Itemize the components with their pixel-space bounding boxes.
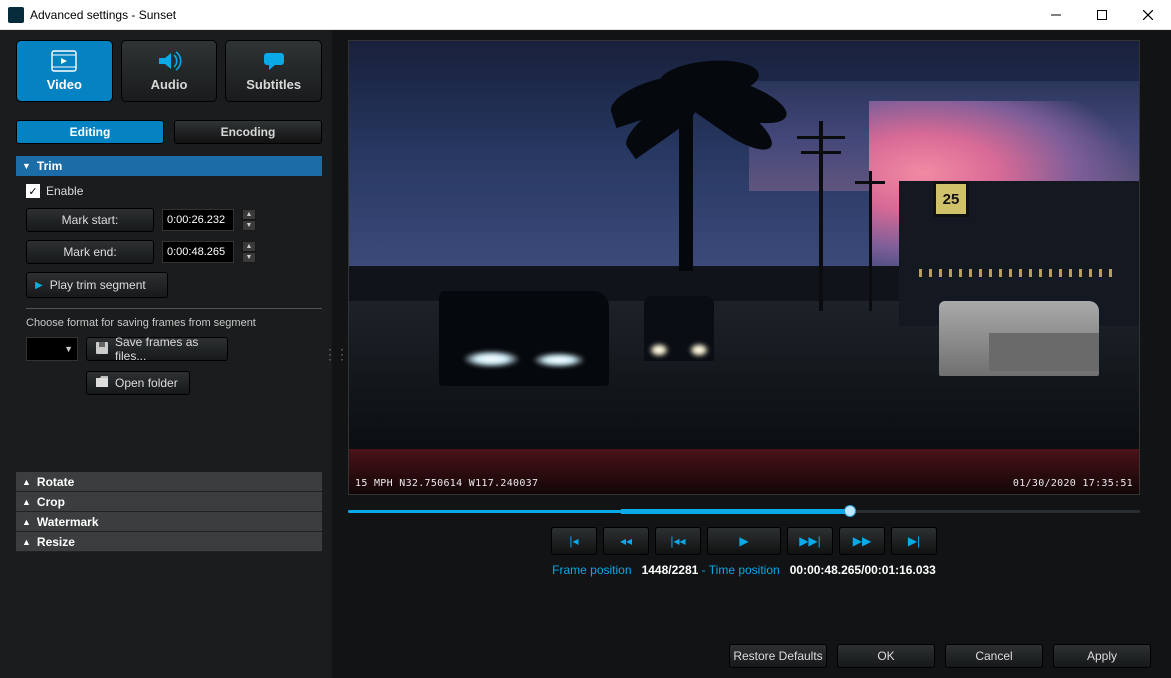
save-frames-label: Save frames as files...	[115, 335, 227, 363]
caret-up-icon: ▲	[22, 477, 31, 487]
caret-up-icon: ▲	[22, 497, 31, 507]
format-select[interactable]: ▼	[26, 337, 78, 361]
caret-down-icon: ▼	[22, 161, 31, 171]
folder-icon	[95, 376, 109, 391]
rewind-button[interactable]: ◂◂	[603, 527, 649, 555]
mark-start-spinner[interactable]: ▲ ▼	[242, 209, 256, 231]
save-frames-button[interactable]: Save frames as files...	[86, 337, 228, 361]
save-icon	[95, 341, 109, 358]
mark-end-spinner[interactable]: ▲ ▼	[242, 241, 256, 263]
section-watermark-header[interactable]: ▲ Watermark	[16, 512, 322, 532]
subtitles-icon	[261, 50, 287, 75]
position-info: Frame position 1448/2281 - Time position…	[348, 563, 1140, 577]
play-trim-button[interactable]: ▶ Play trim segment	[26, 272, 168, 298]
title-bar: Advanced settings - Sunset	[0, 0, 1171, 30]
maximize-button[interactable]	[1079, 0, 1125, 30]
open-folder-button[interactable]: Open folder	[86, 371, 190, 395]
mark-end-button[interactable]: Mark end:	[26, 240, 154, 264]
seek-fill	[348, 510, 850, 513]
tab-subtitles[interactable]: Subtitles	[225, 40, 322, 102]
chevron-down-icon: ▼	[64, 344, 73, 354]
minimize-button[interactable]	[1033, 0, 1079, 30]
enable-label: Enable	[46, 184, 83, 198]
window-buttons	[1033, 0, 1171, 30]
caret-up-icon: ▲	[22, 537, 31, 547]
seek-bar[interactable]	[348, 505, 1140, 517]
enable-checkbox[interactable]: ✓	[26, 184, 40, 198]
transport-bar: |◂ ◂◂ |◂◂ ▶ ▶▶| ▶▶ ▶|	[348, 527, 1140, 555]
play-icon: ▶	[35, 280, 43, 291]
tab-video-label: Video	[47, 77, 82, 92]
step-fwd-icon: ▶▶|	[799, 534, 821, 548]
subtab-encoding[interactable]: Encoding	[174, 120, 322, 144]
choose-format-label: Choose format for saving frames from seg…	[26, 317, 322, 329]
play-button[interactable]: ▶	[707, 527, 781, 555]
spinner-up-icon[interactable]: ▲	[242, 241, 256, 252]
app-icon	[8, 7, 24, 23]
time-position-value: 00:00:48.265/00:01:16.033	[790, 563, 936, 577]
goto-start-button[interactable]: |◂	[551, 527, 597, 555]
speed-limit-sign: 25	[933, 181, 969, 217]
audio-icon	[156, 50, 182, 75]
preview-overlay-right: 01/30/2020 17:35:51	[1013, 478, 1133, 490]
sub-tabs: Editing Encoding	[16, 120, 322, 144]
section-rotate-header[interactable]: ▲ Rotate	[16, 472, 322, 492]
collapsed-sections: ▲ Rotate ▲ Crop ▲ Watermark ▲ Resize	[16, 472, 322, 552]
close-button[interactable]	[1125, 0, 1171, 30]
goto-end-button[interactable]: ▶|	[891, 527, 937, 555]
mark-end-value[interactable]: 0:00:48.265	[162, 241, 234, 263]
settings-sidebar: Video Audio Subtitles Editing Encoding ▼…	[0, 30, 332, 678]
apply-button[interactable]: Apply	[1053, 644, 1151, 668]
section-trim-header[interactable]: ▼ Trim	[16, 156, 322, 176]
main-panel: 25 15 MPH N32.750614 W117.240037 01/30/2…	[338, 30, 1171, 678]
tab-audio[interactable]: Audio	[121, 40, 218, 102]
section-rotate-label: Rotate	[37, 475, 74, 489]
section-resize-label: Resize	[37, 535, 75, 549]
main-tabs: Video Audio Subtitles	[16, 40, 322, 102]
tab-video[interactable]: Video	[16, 40, 113, 102]
tab-audio-label: Audio	[151, 77, 188, 92]
spinner-up-icon[interactable]: ▲	[242, 209, 256, 220]
video-icon	[51, 50, 77, 75]
section-crop-label: Crop	[37, 495, 65, 509]
section-watermark-label: Watermark	[37, 515, 99, 529]
video-preview[interactable]: 25 15 MPH N32.750614 W117.240037 01/30/2…	[348, 40, 1140, 495]
section-crop-header[interactable]: ▲ Crop	[16, 492, 322, 512]
section-trim-body: ✓ Enable Mark start: 0:00:26.232 ▲ ▼ Mar…	[16, 176, 322, 405]
skip-end-icon: ▶|	[908, 534, 920, 548]
seek-thumb[interactable]	[844, 505, 856, 517]
ok-button[interactable]: OK	[837, 644, 935, 668]
rewind-icon: ◂◂	[620, 534, 632, 548]
spinner-down-icon[interactable]: ▼	[242, 252, 256, 263]
window-title: Advanced settings - Sunset	[30, 8, 176, 22]
next-frame-button[interactable]: ▶▶|	[787, 527, 833, 555]
ffwd-icon: ▶▶	[853, 534, 871, 548]
restore-defaults-button[interactable]: Restore Defaults	[729, 644, 827, 668]
mark-start-button[interactable]: Mark start:	[26, 208, 154, 232]
preview-overlay-left: 15 MPH N32.750614 W117.240037	[355, 478, 538, 490]
subtab-editing[interactable]: Editing	[16, 120, 164, 144]
caret-up-icon: ▲	[22, 517, 31, 527]
time-position-label: Time position	[709, 563, 780, 577]
play-trim-label: Play trim segment	[50, 278, 146, 292]
skip-start-icon: |◂	[569, 534, 578, 548]
mark-start-value[interactable]: 0:00:26.232	[162, 209, 234, 231]
spinner-down-icon[interactable]: ▼	[242, 220, 256, 231]
section-resize-header[interactable]: ▲ Resize	[16, 532, 322, 552]
frame-position-label: Frame position	[552, 563, 631, 577]
play-icon: ▶	[739, 534, 748, 548]
divider	[26, 308, 322, 309]
fast-forward-button[interactable]: ▶▶	[839, 527, 885, 555]
tab-subtitles-label: Subtitles	[246, 77, 301, 92]
prev-frame-button[interactable]: |◂◂	[655, 527, 701, 555]
section-trim-label: Trim	[37, 159, 62, 173]
frame-position-value: 1448/2281	[642, 563, 699, 577]
dialog-footer: Restore Defaults OK Cancel Apply	[348, 624, 1151, 668]
open-folder-label: Open folder	[115, 376, 178, 390]
step-back-icon: |◂◂	[670, 534, 685, 548]
cancel-button[interactable]: Cancel	[945, 644, 1043, 668]
